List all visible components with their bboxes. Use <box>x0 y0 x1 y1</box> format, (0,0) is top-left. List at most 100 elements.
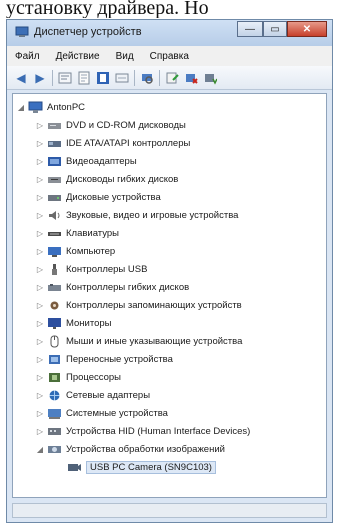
expand-arrow-icon[interactable]: ▷ <box>35 373 45 382</box>
tree-item-label: Устройства обработки изображений <box>66 443 225 455</box>
tree-item-label: Дисковые устройства <box>66 191 161 203</box>
tree-item-label: Процессоры <box>66 371 122 383</box>
floppy-drive-icon <box>48 176 61 183</box>
tree-item-usb-controllers[interactable]: ▷ Контроллеры USB <box>35 260 147 278</box>
processor-icon <box>49 372 60 382</box>
expand-arrow-icon[interactable]: ▷ <box>35 283 45 292</box>
tree-item-computer[interactable]: ▷ Компьютер <box>35 242 115 260</box>
speaker-icon <box>49 210 60 220</box>
device-manager-icon <box>15 26 29 37</box>
network-adapter-icon <box>49 390 60 400</box>
tree-item-label: Компьютер <box>66 245 116 257</box>
menu-view[interactable]: Вид <box>108 51 142 62</box>
expand-arrow-icon[interactable]: ▷ <box>35 193 45 202</box>
tree-item-network[interactable]: ▷ Сетевые адаптеры <box>35 386 150 404</box>
expand-arrow-icon[interactable]: ▷ <box>35 301 45 310</box>
expand-arrow-icon[interactable]: ▷ <box>35 211 45 220</box>
update-driver-icon[interactable] <box>164 70 180 86</box>
tree-item-disk-drives[interactable]: ▷ Дисковые устройства <box>35 188 161 206</box>
disk-drive-icon <box>48 194 61 201</box>
tree-item-dvd[interactable]: ▷ DVD и CD-ROM дисководы <box>35 116 186 134</box>
toolbar-separator <box>159 69 160 86</box>
tree-item-ide[interactable]: ▷ IDE ATA/ATAPI контроллеры <box>35 134 190 152</box>
page-caption-fragment: установку драйвера. Но <box>6 0 209 18</box>
title-bar[interactable]: Диспетчер устройств — ▭ ✕ <box>7 20 332 46</box>
dvd-drive-icon <box>48 122 61 129</box>
back-arrow-icon[interactable]: ◀ <box>13 70 29 86</box>
hid-device-icon <box>48 427 61 435</box>
help-icon[interactable] <box>95 70 111 86</box>
minimize-button[interactable]: — <box>237 21 263 37</box>
tree-item-label: Дисководы гибких дисков <box>66 173 179 185</box>
floppy-controller-icon <box>48 283 61 291</box>
display-adapter-icon <box>48 156 61 166</box>
collapse-arrow-icon[interactable]: ◢ <box>16 103 26 112</box>
tree-item-label: Контроллеры запоминающих устройств <box>66 299 242 311</box>
tree-root-label: AntonPC <box>47 101 86 113</box>
expand-arrow-icon[interactable]: ▷ <box>35 175 45 184</box>
expand-arrow-icon[interactable]: ▷ <box>35 247 45 256</box>
window-controls: — ▭ ✕ <box>237 21 327 38</box>
scan-hardware-icon[interactable] <box>139 70 155 86</box>
tree-item-floppy-drives[interactable]: ▷ Дисководы гибких дисков <box>35 170 178 188</box>
tree-item-imaging[interactable]: ◢ Устройства обработки изображений <box>35 440 225 458</box>
expand-arrow-icon[interactable]: ▷ <box>35 409 45 418</box>
tree-item-label: Клавиатуры <box>66 227 120 239</box>
tree-item-label: Контроллеры USB <box>66 263 148 275</box>
expand-arrow-icon[interactable]: ▷ <box>35 121 45 130</box>
menu-action[interactable]: Действие <box>48 51 108 62</box>
tree-item-label: Системные устройства <box>66 407 168 419</box>
expand-arrow-icon[interactable]: ▷ <box>35 319 45 328</box>
menu-file[interactable]: Файл <box>7 51 48 62</box>
tree-item-label: Переносные устройства <box>66 353 173 365</box>
toolbar-separator <box>134 69 135 86</box>
mouse-icon <box>50 335 59 347</box>
status-bar <box>12 503 327 518</box>
tree-item-hid[interactable]: ▷ Устройства HID (Human Interface Device… <box>35 422 250 440</box>
storage-controller-icon <box>50 301 59 309</box>
tree-item-sound[interactable]: ▷ Звуковые, видео и игровые устройства <box>35 206 239 224</box>
usb-plug-icon <box>52 263 57 275</box>
tree-item-label: DVD и CD-ROM дисководы <box>66 119 186 131</box>
collapse-arrow-icon[interactable]: ◢ <box>35 445 45 454</box>
show-hidden-icon[interactable] <box>114 70 130 86</box>
system-device-icon <box>48 408 61 419</box>
toolbar-separator <box>52 69 53 86</box>
tree-item-monitors[interactable]: ▷ Мониторы <box>35 314 112 332</box>
tree-item-system[interactable]: ▷ Системные устройства <box>35 404 168 422</box>
device-tree-icon[interactable] <box>57 70 73 86</box>
uninstall-device-icon[interactable] <box>202 70 218 86</box>
tree-item-processors[interactable]: ▷ Процессоры <box>35 368 121 386</box>
computer-icon <box>48 246 61 257</box>
toolbar: ◀ ▶ <box>7 66 332 90</box>
tree-item-mice[interactable]: ▷ Мыши и иные указывающие устройства <box>35 332 242 350</box>
tree-item-label: Звуковые, видео и игровые устройства <box>66 209 239 221</box>
properties-icon[interactable] <box>76 70 92 86</box>
tree-item-floppy-controllers[interactable]: ▷ Контроллеры гибких дисков <box>35 278 189 296</box>
forward-arrow-icon[interactable]: ▶ <box>32 70 48 86</box>
expand-arrow-icon[interactable]: ▷ <box>35 337 45 346</box>
tree-item-video[interactable]: ▷ Видеоадаптеры <box>35 152 137 170</box>
disable-device-icon[interactable] <box>183 70 199 86</box>
tree-item-label: Мониторы <box>66 317 112 329</box>
maximize-button[interactable]: ▭ <box>263 21 287 37</box>
expand-arrow-icon[interactable]: ▷ <box>35 265 45 274</box>
close-button[interactable]: ✕ <box>287 21 327 37</box>
tree-item-keyboards[interactable]: ▷ Клавиатуры <box>35 224 119 242</box>
tree-root-row[interactable]: ◢ AntonPC <box>16 98 85 116</box>
expand-arrow-icon[interactable]: ▷ <box>35 427 45 436</box>
tree-item-label: Видеоадаптеры <box>66 155 137 167</box>
tree-item-storage-controllers[interactable]: ▷ Контроллеры запоминающих устройств <box>35 296 242 314</box>
tree-item-usb-camera[interactable]: USB PC Camera (SN9C103) <box>65 458 216 476</box>
expand-arrow-icon[interactable]: ▷ <box>35 139 45 148</box>
tree-item-portable[interactable]: ▷ Переносные устройства <box>35 350 173 368</box>
expand-arrow-icon[interactable]: ▷ <box>35 229 45 238</box>
camera-icon <box>68 463 81 471</box>
tree-item-label: Устройства HID (Human Interface Devices) <box>66 425 251 437</box>
monitor-icon <box>48 317 61 329</box>
tree-item-label: Сетевые адаптеры <box>66 389 151 401</box>
expand-arrow-icon[interactable]: ▷ <box>35 391 45 400</box>
expand-arrow-icon[interactable]: ▷ <box>35 355 45 364</box>
menu-help[interactable]: Справка <box>142 51 197 62</box>
expand-arrow-icon[interactable]: ▷ <box>35 157 45 166</box>
